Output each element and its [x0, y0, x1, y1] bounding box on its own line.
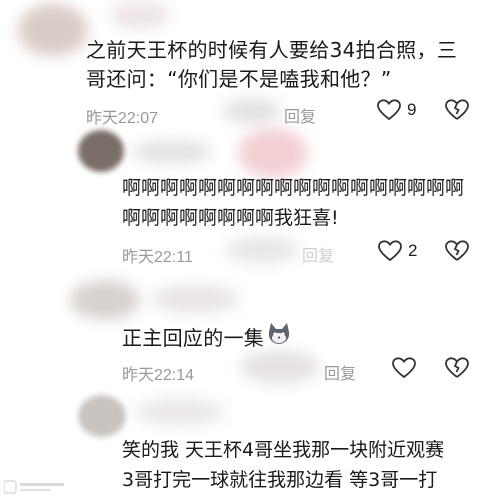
- avatar-2[interactable]: [78, 130, 124, 172]
- blurred-meta-2: [225, 236, 300, 264]
- dislike-button[interactable]: [445, 240, 469, 262]
- heart-broken-icon: [445, 99, 469, 121]
- comment-text-line1: 正主回应的一集: [122, 322, 292, 354]
- comment-text-line2: 啊啊啊啊啊啊啊啊我狂喜!: [122, 207, 339, 229]
- blurred-username-1: [18, 4, 88, 56]
- comment-time: 昨天22:14: [122, 367, 195, 384]
- like-button[interactable]: 9: [377, 99, 416, 121]
- comment-text-line2: 哥还问：“你们是不是嗑我和他？”: [86, 67, 392, 91]
- blurred-meta-1: [222, 98, 282, 124]
- dislike-button[interactable]: [445, 357, 469, 379]
- blurred-meta-3: [240, 350, 320, 384]
- heart-icon: [392, 357, 416, 379]
- comment-time: 昨天22:07: [86, 110, 159, 127]
- blurred-username-2: [132, 140, 212, 164]
- heart-broken-icon: [445, 357, 469, 379]
- reply-button[interactable]: 回复: [324, 360, 356, 384]
- blurred-username-3: [150, 284, 240, 314]
- blurred-avatar-3: [70, 280, 140, 320]
- like-button[interactable]: [392, 357, 422, 379]
- blurred-decoration-2: [238, 128, 308, 178]
- watermark-logo: [3, 478, 66, 496]
- like-count: 2: [408, 241, 418, 260]
- comment-text-line1: 笑的我 天王杯4哥坐我那一块附近观赛: [122, 439, 445, 461]
- reply-button[interactable]: 回复: [302, 242, 334, 266]
- comment-text-line1: 啊啊啊啊啊啊啊啊啊啊啊啊啊啊啊啊啊啊: [122, 177, 465, 199]
- heart-icon: [378, 240, 402, 262]
- heart-icon: [377, 99, 401, 121]
- blurred-username-4: [135, 398, 225, 426]
- like-count: 9: [407, 100, 417, 119]
- like-button[interactable]: 2: [378, 240, 417, 262]
- blurred-decoration-1: [110, 0, 170, 30]
- comment-text-line1: 之前天王杯的时候有人要给34拍合照，三: [86, 38, 458, 62]
- reply-button[interactable]: 回复: [284, 103, 316, 127]
- avatar-4[interactable]: [78, 395, 126, 437]
- comment-time: 昨天22:11: [122, 249, 193, 266]
- dislike-button[interactable]: [445, 99, 469, 121]
- comment-text: 正主回应的一集: [122, 325, 265, 350]
- comment-text-line2: 3哥打完一球就往我那边看 等3哥一打: [122, 469, 438, 491]
- heart-broken-icon: [445, 240, 469, 262]
